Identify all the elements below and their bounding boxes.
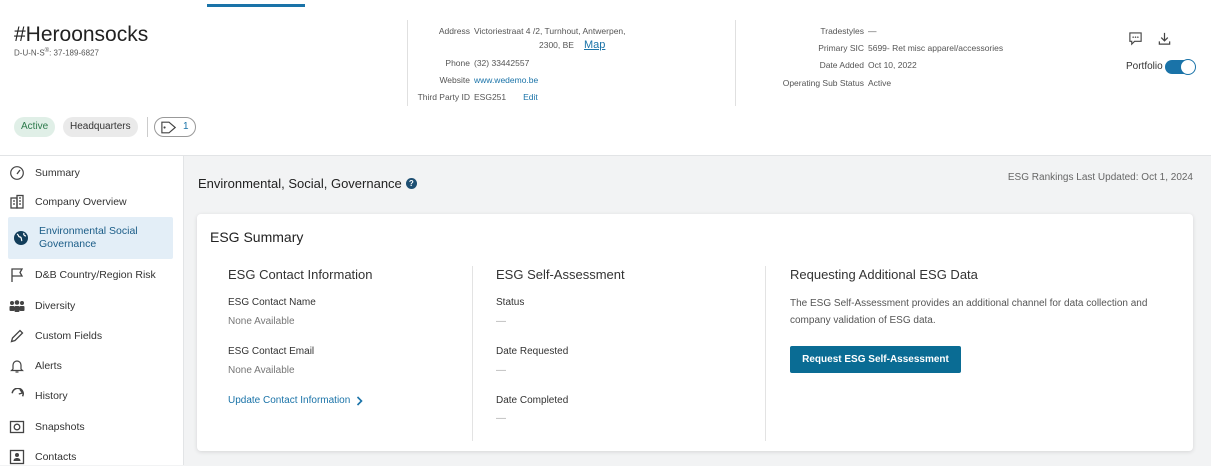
camera-icon bbox=[8, 418, 26, 436]
portfolio-label: Portfolio bbox=[1126, 61, 1163, 72]
request-esg-self-assessment-button[interactable]: Request ESG Self-Assessment bbox=[790, 346, 961, 373]
company-name: #Heroonsocks bbox=[14, 23, 149, 46]
third-party-id-value: ESG251 bbox=[474, 92, 507, 102]
tradestyles-label: Tradestyles bbox=[820, 26, 864, 36]
page-title-text: Environmental, Social, Governance bbox=[198, 176, 402, 191]
portfolio-toggle[interactable] bbox=[1165, 59, 1196, 75]
self-assessment-status-label: Status bbox=[496, 297, 525, 308]
address-label: Address bbox=[438, 26, 470, 36]
contacts-icon bbox=[8, 448, 26, 466]
sidebar-item-label: Snapshots bbox=[35, 421, 85, 433]
date-requested-value: — bbox=[496, 365, 506, 376]
esg-contact-email-value: None Available bbox=[228, 365, 295, 376]
operating-sub-status-value: Active bbox=[868, 78, 892, 88]
building-icon bbox=[8, 193, 26, 211]
sidebar-item-country-region-risk[interactable]: D&B Country/Region Risk bbox=[8, 264, 173, 286]
sidebar-item-label-line1: Environmental Social bbox=[39, 225, 138, 237]
sidebar-item-label: Diversity bbox=[35, 300, 76, 312]
esg-contact-title: ESG Contact Information bbox=[228, 267, 373, 282]
sidebar-item-label: Company Overview bbox=[35, 196, 127, 208]
duns-number: D-U-N-S®: 37-189-6827 bbox=[14, 48, 99, 58]
website-label: Website bbox=[439, 75, 470, 85]
sidebar-item-contacts[interactable]: Contacts bbox=[8, 448, 173, 466]
request-esg-data-title: Requesting Additional ESG Data bbox=[790, 267, 978, 282]
self-assessment-status-value: — bbox=[496, 316, 506, 327]
comment-icon[interactable] bbox=[1126, 29, 1144, 47]
chevron-right-icon bbox=[357, 395, 363, 406]
company-header: #Heroonsocks D-U-N-S®: 37-189-6827 Addre… bbox=[0, 0, 1211, 156]
edit-third-party-link[interactable]: Edit bbox=[523, 92, 538, 103]
sidebar-item-label: Environmental Social Governance bbox=[39, 225, 138, 251]
tag-count-chip[interactable]: 1 bbox=[154, 117, 196, 137]
tradestyles-value: — bbox=[868, 26, 877, 36]
sidebar-item-company-overview[interactable]: Company Overview bbox=[8, 191, 173, 213]
map-link[interactable]: Map bbox=[584, 40, 605, 51]
request-esg-description: The ESG Self-Assessment provides an addi… bbox=[790, 298, 1148, 326]
gauge-icon bbox=[8, 164, 26, 182]
sidebar-item-label: Custom Fields bbox=[35, 330, 103, 342]
update-contact-link[interactable]: Update Contact Information bbox=[228, 395, 363, 406]
bell-icon bbox=[8, 357, 26, 375]
status-badge-active: Active bbox=[14, 117, 56, 137]
date-completed-value: — bbox=[496, 413, 506, 424]
sidebar-item-label-line2: Governance bbox=[39, 238, 97, 250]
primary-sic-label: Primary SIC bbox=[818, 43, 864, 53]
sidebar-item-summary[interactable]: Summary bbox=[8, 162, 173, 184]
sidebar-item-environmental-social-governance[interactable]: Environmental Social Governance bbox=[8, 217, 173, 259]
sidebar-nav: Summary Company Overview Environmental S… bbox=[0, 156, 184, 465]
sidebar-item-history[interactable]: History bbox=[8, 385, 173, 407]
date-added-value: Oct 10, 2022 bbox=[868, 60, 917, 70]
refresh-icon bbox=[8, 387, 26, 405]
flag-icon bbox=[8, 266, 26, 284]
people-icon bbox=[8, 297, 26, 315]
sidebar-item-label: History bbox=[35, 390, 68, 402]
toggle-knob bbox=[1180, 59, 1196, 75]
address-line2: 2300, BE bbox=[539, 40, 574, 50]
globe-icon bbox=[12, 229, 30, 247]
sidebar-item-label: Alerts bbox=[35, 360, 62, 372]
phone-value: (32) 33442557 bbox=[474, 58, 530, 68]
column-divider bbox=[765, 266, 766, 441]
address-line1: Victoriestraat 4 /2, Turnhout, Antwerpen… bbox=[474, 26, 626, 36]
esg-last-updated: ESG Rankings Last Updated: Oct 1, 2024 bbox=[1007, 172, 1193, 183]
sidebar-item-diversity[interactable]: Diversity bbox=[8, 295, 173, 317]
duns-label: D-U-N-S bbox=[14, 48, 45, 58]
date-requested-label: Date Requested bbox=[496, 346, 569, 357]
esg-summary-title: ESG Summary bbox=[210, 229, 304, 245]
sidebar-item-custom-fields[interactable]: Custom Fields bbox=[8, 325, 173, 347]
esg-contact-name-value: None Available bbox=[228, 316, 295, 327]
third-party-id-label: Third Party ID bbox=[417, 92, 470, 102]
tag-count: 1 bbox=[183, 121, 189, 132]
esg-contact-email-label: ESG Contact Email bbox=[228, 346, 315, 357]
active-tab-indicator bbox=[207, 4, 305, 7]
pencil-icon bbox=[8, 327, 26, 345]
chip-separator bbox=[147, 117, 148, 137]
header-divider bbox=[735, 20, 736, 106]
duns-value: : 37-189-6827 bbox=[49, 48, 99, 58]
page-title: Environmental, Social, Governance ? bbox=[198, 176, 417, 191]
sidebar-item-label: D&B Country/Region Risk bbox=[35, 269, 156, 281]
tag-icon bbox=[161, 121, 177, 133]
download-icon[interactable] bbox=[1155, 29, 1173, 47]
date-added-label: Date Added bbox=[819, 60, 864, 70]
phone-label: Phone bbox=[445, 58, 470, 68]
esg-self-assessment-title: ESG Self-Assessment bbox=[496, 267, 625, 282]
sidebar-item-snapshots[interactable]: Snapshots bbox=[8, 416, 173, 438]
headquarters-badge: Headquarters bbox=[63, 117, 138, 137]
esg-contact-name-label: ESG Contact Name bbox=[228, 297, 316, 308]
update-contact-link-text: Update Contact Information bbox=[228, 395, 351, 406]
website-link[interactable]: www.wedemo.be bbox=[474, 75, 538, 86]
sidebar-item-label: Contacts bbox=[35, 451, 77, 463]
sidebar-item-label: Summary bbox=[35, 167, 80, 179]
date-completed-label: Date Completed bbox=[496, 395, 569, 406]
primary-sic-value: 5699- Ret misc apparel/accessories bbox=[868, 43, 1004, 53]
help-icon[interactable]: ? bbox=[405, 178, 417, 189]
operating-sub-status-label: Operating Sub Status bbox=[782, 78, 864, 88]
column-divider bbox=[472, 266, 473, 441]
sidebar-item-alerts[interactable]: Alerts bbox=[8, 355, 173, 377]
esg-summary-card: ESG Summary ESG Contact Information ESG … bbox=[197, 214, 1193, 451]
